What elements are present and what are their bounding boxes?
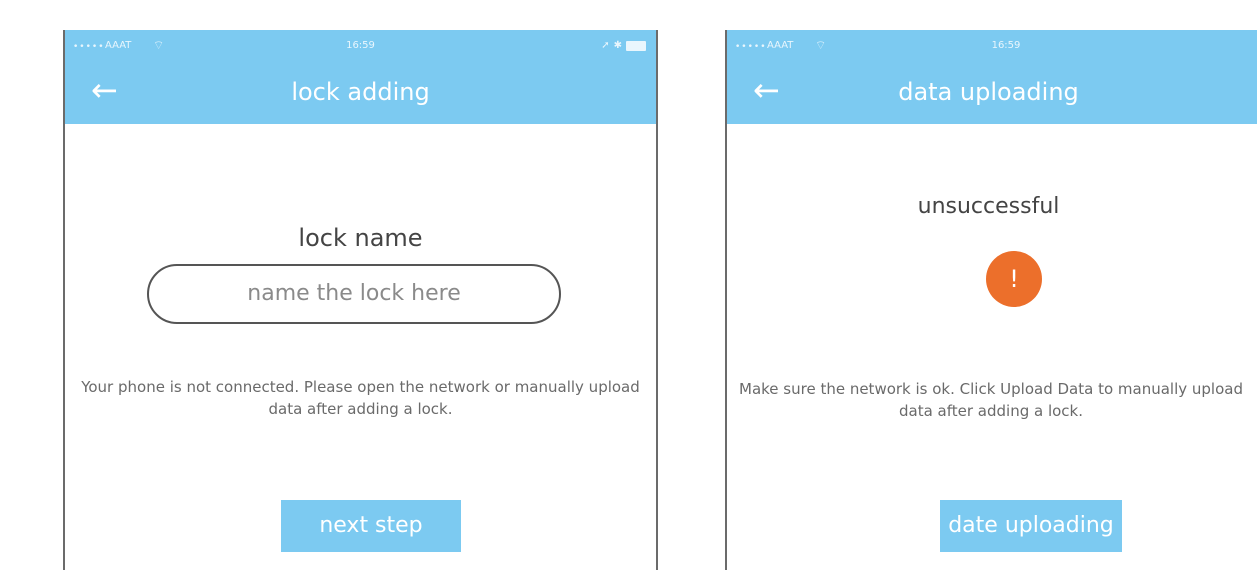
status-right: ➚ ✱ (601, 40, 646, 51)
page-title: lock adding (291, 78, 430, 106)
battery-icon (626, 40, 646, 51)
status-bar: ••••• AAAT ⌔ 16:59 ➚ (727, 37, 1257, 57)
upload-status-text: unsuccessful (917, 194, 1060, 219)
status-time: 16:59 (346, 40, 375, 51)
data-uploading-screen: ••••• AAAT ⌔ 16:59 ➚ ← data uploading un… (725, 30, 1257, 570)
alert-icon: ! (986, 251, 1042, 307)
page-title: data uploading (898, 78, 1079, 106)
next-step-button[interactable]: next step (281, 500, 461, 552)
upload-data-button[interactable]: date uploading (940, 500, 1122, 552)
header-bar: ••••• AAAT ⌔ 16:59 ➚ ← data uploading (727, 30, 1257, 124)
content-area: lock name name the lock here Your phone … (65, 124, 656, 570)
lock-adding-screen: ••••• AAAT ⌔ 16:59 ➚ ✱ ← lock adding loc… (63, 30, 658, 570)
status-bar: ••••• AAAT ⌔ 16:59 ➚ ✱ (65, 37, 656, 57)
content-area: unsuccessful ! Make sure the network is … (727, 124, 1257, 570)
bluetooth-icon: ✱ (613, 40, 622, 51)
lock-name-input[interactable]: name the lock here (147, 264, 561, 324)
location-icon: ➚ (601, 40, 610, 51)
lock-name-label: lock name (298, 224, 423, 252)
status-time: 16:59 (991, 40, 1021, 51)
header-bar: ••••• AAAT ⌔ 16:59 ➚ ✱ ← lock adding (65, 30, 656, 124)
network-note: Make sure the network is ok. Click Uploa… (739, 380, 1243, 420)
connection-note: Your phone is not connected. Please open… (81, 378, 640, 418)
